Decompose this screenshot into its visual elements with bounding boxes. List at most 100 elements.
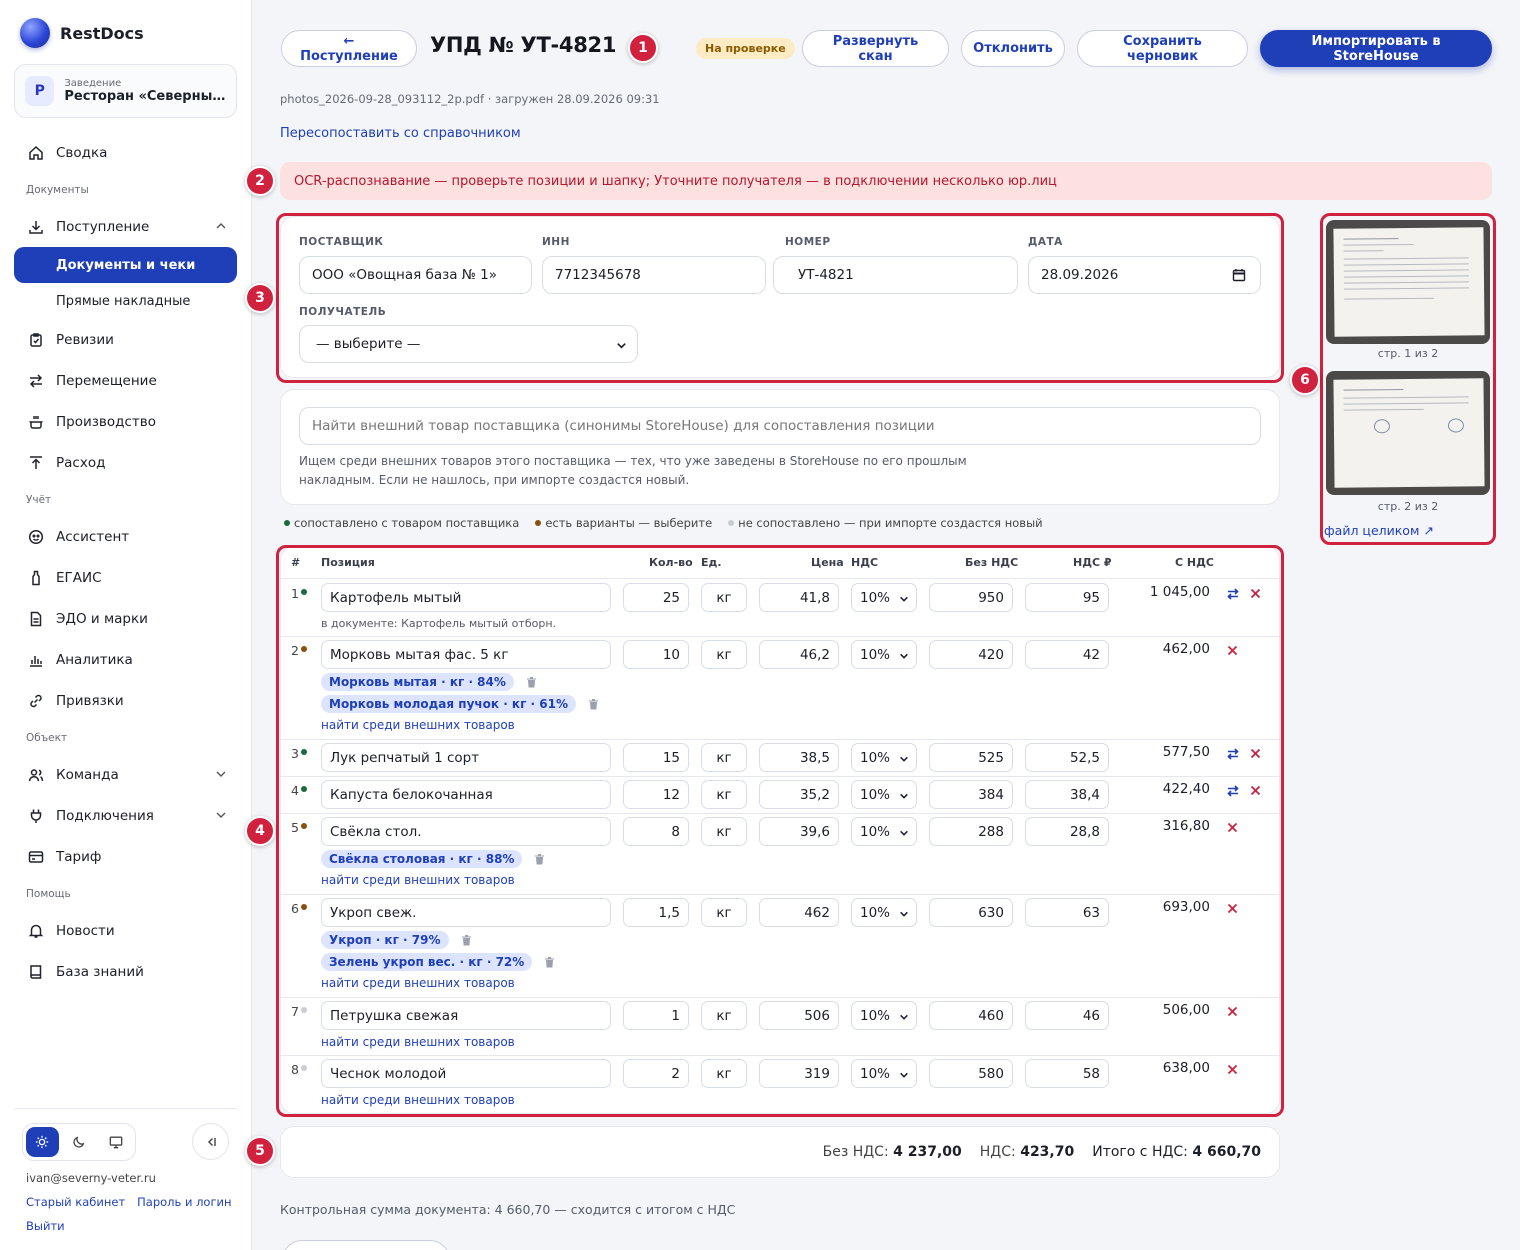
delete-row-icon[interactable]: [1226, 1063, 1239, 1076]
theme-system-button[interactable]: [99, 1127, 132, 1157]
sidebar-item-connections[interactable]: Подключения: [14, 795, 237, 836]
vatrub-input[interactable]: 95: [1025, 583, 1109, 612]
qty-input[interactable]: 1,5: [623, 898, 689, 927]
find-external-link[interactable]: найти среди внешних товаров: [321, 1093, 515, 1107]
swap-icon[interactable]: [1226, 747, 1240, 761]
sidebar-item-analytics[interactable]: Аналитика: [14, 639, 237, 680]
vat-select[interactable]: 10%: [851, 1001, 917, 1030]
collapse-sidebar-button[interactable]: [192, 1123, 229, 1160]
price-input[interactable]: 39,6: [759, 817, 839, 846]
delete-row-icon[interactable]: [1226, 821, 1239, 834]
position-name-input[interactable]: Свёкла стол.: [321, 817, 611, 846]
price-input[interactable]: 38,5: [759, 743, 839, 772]
vat-select[interactable]: 10%: [851, 583, 917, 612]
trash-icon[interactable]: [526, 676, 537, 688]
sidebar-item-news[interactable]: Новости: [14, 910, 237, 951]
supplier-field[interactable]: ООО «Овощная база № 1»: [299, 256, 532, 294]
reject-button[interactable]: Отклонить: [961, 30, 1065, 67]
delete-row-icon[interactable]: [1226, 902, 1239, 915]
sidebar-item-summary[interactable]: Сводка: [14, 132, 237, 173]
sidebar-item-revisions[interactable]: Ревизии: [14, 319, 237, 360]
match-variant-chip[interactable]: Укроп · кг · 79%: [321, 931, 449, 949]
bottom-button[interactable]: [282, 1240, 450, 1250]
position-name-input[interactable]: Морковь мытая фас. 5 кг: [321, 640, 611, 669]
password-link[interactable]: Пароль и логин: [137, 1195, 231, 1209]
delete-row-icon[interactable]: [1249, 587, 1262, 600]
external-search-input[interactable]: Найти внешний товар поставщика (синонимы…: [299, 407, 1261, 445]
price-input[interactable]: 46,2: [759, 640, 839, 669]
vatrub-input[interactable]: 28,8: [1025, 817, 1109, 846]
match-variant-chip[interactable]: Морковь молодая пучок · кг · 61%: [321, 695, 576, 713]
trash-icon[interactable]: [544, 956, 555, 968]
vat-select[interactable]: 10%: [851, 780, 917, 809]
vat-select[interactable]: 10%: [851, 817, 917, 846]
qty-input[interactable]: 8: [623, 817, 689, 846]
page-thumbnail-2[interactable]: [1326, 371, 1490, 495]
sidebar-item-kb[interactable]: База знаний: [14, 951, 237, 992]
trash-icon[interactable]: [461, 934, 472, 946]
vatrub-input[interactable]: 52,5: [1025, 743, 1109, 772]
novat-input[interactable]: 460: [929, 1001, 1013, 1030]
sidebar-item-expense[interactable]: Расход: [14, 442, 237, 483]
qty-input[interactable]: 2: [623, 1059, 689, 1088]
find-external-link[interactable]: найти среди внешних товаров: [321, 976, 515, 990]
price-input[interactable]: 506: [759, 1001, 839, 1030]
recipient-select[interactable]: — выберите —: [299, 325, 638, 363]
unit-input[interactable]: кг: [701, 583, 747, 612]
sidebar-item-bindings[interactable]: Привязки: [14, 680, 237, 721]
sidebar-item-team[interactable]: Команда: [14, 754, 237, 795]
price-input[interactable]: 35,2: [759, 780, 839, 809]
page-thumbnail-1[interactable]: [1326, 220, 1490, 344]
whole-file-link[interactable]: файл целиком ↗: [1324, 523, 1434, 538]
remap-link[interactable]: Пересопоставить со справочником: [280, 126, 521, 141]
position-name-input[interactable]: Лук репчатый 1 сорт: [321, 743, 611, 772]
vat-select[interactable]: 10%: [851, 640, 917, 669]
swap-icon[interactable]: [1226, 784, 1240, 798]
back-button[interactable]: ← Поступление: [281, 30, 417, 67]
sidebar-item-direct-invoices[interactable]: Прямые накладные: [14, 283, 237, 319]
old-cabinet-link[interactable]: Старый кабинет: [26, 1195, 125, 1209]
novat-input[interactable]: 288: [929, 817, 1013, 846]
qty-input[interactable]: 1: [623, 1001, 689, 1030]
vatrub-input[interactable]: 38,4: [1025, 780, 1109, 809]
delete-row-icon[interactable]: [1249, 784, 1262, 797]
delete-row-icon[interactable]: [1249, 747, 1262, 760]
price-input[interactable]: 319: [759, 1059, 839, 1088]
position-name-input[interactable]: Картофель мытый: [321, 583, 611, 612]
novat-input[interactable]: 384: [929, 780, 1013, 809]
inn-field[interactable]: 7712345678: [542, 256, 766, 294]
sidebar-item-egais[interactable]: ЕГАИС: [14, 557, 237, 598]
delete-row-icon[interactable]: [1226, 1005, 1239, 1018]
match-variant-chip[interactable]: Морковь мытая · кг · 84%: [321, 673, 514, 691]
position-name-input[interactable]: Петрушка свежая: [321, 1001, 611, 1030]
novat-input[interactable]: 525: [929, 743, 1013, 772]
qty-input[interactable]: 10: [623, 640, 689, 669]
sidebar-item-docs-checks[interactable]: Документы и чеки: [14, 247, 237, 283]
unit-input[interactable]: кг: [701, 743, 747, 772]
trash-icon[interactable]: [534, 853, 545, 865]
price-input[interactable]: 41,8: [759, 583, 839, 612]
vatrub-input[interactable]: 58: [1025, 1059, 1109, 1088]
vatrub-input[interactable]: 42: [1025, 640, 1109, 669]
vatrub-input[interactable]: 63: [1025, 898, 1109, 927]
qty-input[interactable]: 25: [623, 583, 689, 612]
sidebar-item-incoming[interactable]: Поступление: [14, 206, 237, 247]
sidebar-item-tariff[interactable]: Тариф: [14, 836, 237, 877]
qty-input[interactable]: 12: [623, 780, 689, 809]
import-button[interactable]: Импортировать в StoreHouse: [1260, 30, 1492, 67]
find-external-link[interactable]: найти среди внешних товаров: [321, 1035, 515, 1049]
match-variant-chip[interactable]: Свёкла столовая · кг · 88%: [321, 850, 523, 868]
unit-input[interactable]: кг: [701, 780, 747, 809]
find-external-link[interactable]: найти среди внешних товаров: [321, 873, 515, 887]
vat-select[interactable]: 10%: [851, 743, 917, 772]
expand-scan-button[interactable]: Развернуть скан: [802, 30, 949, 67]
brand[interactable]: RestDocs: [20, 18, 144, 48]
position-name-input[interactable]: Укроп свеж.: [321, 898, 611, 927]
novat-input[interactable]: 580: [929, 1059, 1013, 1088]
vatrub-input[interactable]: 46: [1025, 1001, 1109, 1030]
save-draft-button[interactable]: Сохранить черновик: [1077, 30, 1248, 67]
calendar-icon[interactable]: [1232, 268, 1246, 282]
price-input[interactable]: 462: [759, 898, 839, 927]
number-field[interactable]: УТ-4821: [773, 256, 1018, 294]
sidebar-item-transfer[interactable]: Перемещение: [14, 360, 237, 401]
